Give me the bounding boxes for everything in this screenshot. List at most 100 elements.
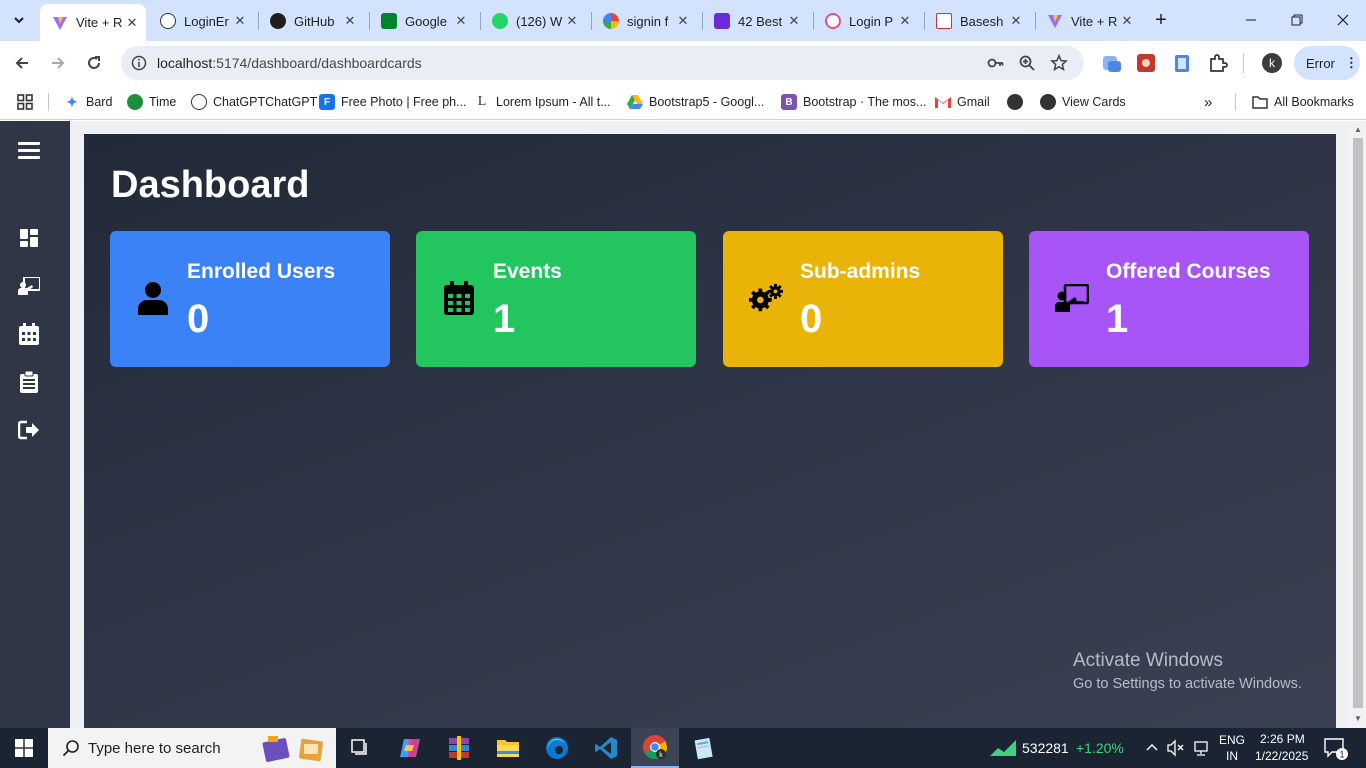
network-icon[interactable] — [1192, 739, 1210, 762]
page-scrollbar[interactable]: ▲ ▼ — [1350, 121, 1366, 728]
password-key-icon[interactable] — [986, 53, 1006, 73]
address-bar[interactable]: localhost:5174/dashboard/dashboardcards — [121, 46, 1084, 80]
winrar-taskbar-button[interactable] — [435, 728, 483, 768]
tab-search-button[interactable] — [6, 8, 32, 32]
tab-github[interactable]: GitHub ✕ — [258, 6, 364, 36]
star-bookmark-icon[interactable] — [1049, 53, 1069, 73]
close-window-button[interactable] — [1320, 0, 1366, 40]
tab-vite-active[interactable]: Vite + R ✕ — [40, 4, 146, 41]
sidebar-item-events[interactable] — [17, 322, 41, 346]
clock-date[interactable]: 1/22/2025 — [1255, 749, 1308, 763]
tab-whatsapp[interactable]: (126) W ✕ — [480, 6, 586, 36]
bookmark-bootstrap5-drive[interactable]: Bootstrap5 - Googl... — [627, 92, 764, 112]
copilot-extension-icon[interactable] — [1101, 52, 1123, 74]
sidebar-item-logout[interactable] — [17, 418, 41, 442]
puzzle-extensions-icon[interactable] — [1207, 52, 1229, 74]
card-sub-admins[interactable]: Sub-admins 0 — [723, 231, 1003, 367]
search-highlight-icon — [260, 732, 326, 768]
clipboard-icon — [20, 371, 38, 393]
card-enrolled-users[interactable]: Enrolled Users 0 — [110, 231, 390, 367]
bookmark-view-cards[interactable]: View Cards — [1040, 92, 1126, 112]
scroll-down-icon[interactable]: ▼ — [1354, 715, 1362, 723]
close-icon[interactable]: ✕ — [786, 13, 802, 29]
profile-avatar[interactable]: k — [1262, 53, 1282, 73]
error-label: Error — [1306, 55, 1335, 71]
red-extension-icon[interactable] — [1135, 52, 1157, 74]
region-indicator[interactable]: IN — [1226, 749, 1238, 763]
language-indicator[interactable]: ENG — [1219, 733, 1245, 747]
calendar-icon — [442, 281, 476, 315]
close-icon[interactable]: ✕ — [897, 13, 913, 29]
bookmarks-overflow-button[interactable]: » — [1204, 92, 1212, 112]
bookmark-divider — [1235, 93, 1236, 111]
edge-taskbar-button[interactable] — [533, 728, 581, 768]
bookmark-time[interactable]: Time — [127, 92, 176, 112]
apps-grid-button[interactable] — [17, 92, 33, 112]
close-icon[interactable]: ✕ — [1119, 13, 1135, 29]
windows-taskbar: Type here to search k 532281 +1.20% ENG — [0, 728, 1366, 768]
bookmark-red-icon — [936, 13, 952, 29]
close-icon[interactable]: ✕ — [453, 13, 469, 29]
minimize-button[interactable] — [1228, 0, 1274, 40]
bookmark-bootstrap[interactable]: B Bootstrap · The mos... — [781, 92, 926, 112]
forward-button[interactable] — [44, 49, 72, 77]
tab-basesh[interactable]: Basesh ✕ — [924, 6, 1030, 36]
sidebar-item-dashboard[interactable] — [17, 226, 41, 250]
sidebar-item-reports[interactable] — [17, 370, 41, 394]
bookmark-chatgpt[interactable]: ChatGPTChatGPT — [191, 92, 317, 112]
all-bookmarks-button[interactable]: All Bookmarks — [1252, 92, 1354, 112]
toolbar-divider — [1243, 53, 1244, 73]
tab-google-meet[interactable]: Google ✕ — [369, 6, 475, 36]
close-icon[interactable]: ✕ — [564, 13, 580, 29]
file-explorer-taskbar-button[interactable] — [484, 728, 532, 768]
site-info-icon[interactable] — [129, 53, 149, 73]
tab-vite-2[interactable]: Vite + R ✕ — [1035, 6, 1141, 36]
tab-google-signin[interactable]: signin f ✕ — [591, 6, 697, 36]
chrome-taskbar-button[interactable]: k — [631, 728, 679, 768]
reload-button[interactable] — [80, 49, 108, 77]
bookmark-freepik[interactable]: F Free Photo | Free ph... — [319, 92, 467, 112]
card-offered-courses[interactable]: Offered Courses 1 — [1029, 231, 1309, 367]
notification-center-icon[interactable]: 1 — [1324, 738, 1348, 765]
zoom-icon[interactable] — [1017, 53, 1037, 73]
task-view-button[interactable] — [336, 728, 384, 768]
user-icon — [136, 281, 170, 315]
scroll-up-icon[interactable]: ▲ — [1354, 126, 1362, 134]
scroll-thumb[interactable] — [1353, 138, 1363, 708]
sidebar-item-courses[interactable] — [17, 274, 41, 298]
start-button[interactable] — [0, 728, 48, 768]
bookmark-bard[interactable]: ✦ Bard — [64, 92, 112, 112]
copilot-taskbar-button[interactable] — [386, 728, 434, 768]
close-icon[interactable]: ✕ — [124, 15, 140, 31]
freepik-icon: F — [319, 94, 335, 110]
page-title: Dashboard — [111, 164, 310, 206]
notepad-taskbar-button[interactable] — [680, 728, 728, 768]
card-label: Events — [493, 260, 562, 283]
bookmark-gmail[interactable]: Gmail — [935, 92, 990, 112]
menu-icon — [18, 142, 40, 159]
bookmark-globe[interactable] — [1007, 92, 1029, 112]
restore-button[interactable] — [1274, 0, 1320, 40]
chevron-up-icon[interactable] — [1145, 740, 1159, 759]
tab-dribbble[interactable]: Login P ✕ — [813, 6, 919, 36]
vite-icon — [1047, 13, 1063, 29]
close-icon[interactable]: ✕ — [675, 13, 691, 29]
stock-change[interactable]: +1.20% — [1076, 740, 1124, 756]
new-tab-button[interactable]: + — [1150, 9, 1172, 31]
vscode-taskbar-button[interactable] — [582, 728, 630, 768]
menu-toggle-button[interactable] — [17, 138, 41, 162]
back-button[interactable] — [8, 49, 36, 77]
bookmark-lorem[interactable]: L Lorem Ipsum - All t... — [474, 92, 611, 112]
tab-colorlib[interactable]: 42 Best ✕ — [702, 6, 808, 36]
close-icon[interactable]: ✕ — [232, 13, 248, 29]
volume-mute-icon[interactable] — [1167, 739, 1185, 762]
close-icon[interactable]: ✕ — [342, 13, 358, 29]
clipboard-extension-icon[interactable] — [1171, 52, 1193, 74]
stock-value[interactable]: 532281 — [1022, 740, 1069, 756]
close-icon[interactable]: ✕ — [1008, 13, 1024, 29]
tab-loginer[interactable]: LoginEr ✕ — [148, 6, 254, 36]
clock-time[interactable]: 2:26 PM — [1260, 732, 1305, 746]
error-menu-button[interactable]: Error ⋮ — [1294, 46, 1360, 80]
card-events[interactable]: Events 1 — [416, 231, 696, 367]
taskbar-search[interactable]: Type here to search — [48, 728, 336, 768]
